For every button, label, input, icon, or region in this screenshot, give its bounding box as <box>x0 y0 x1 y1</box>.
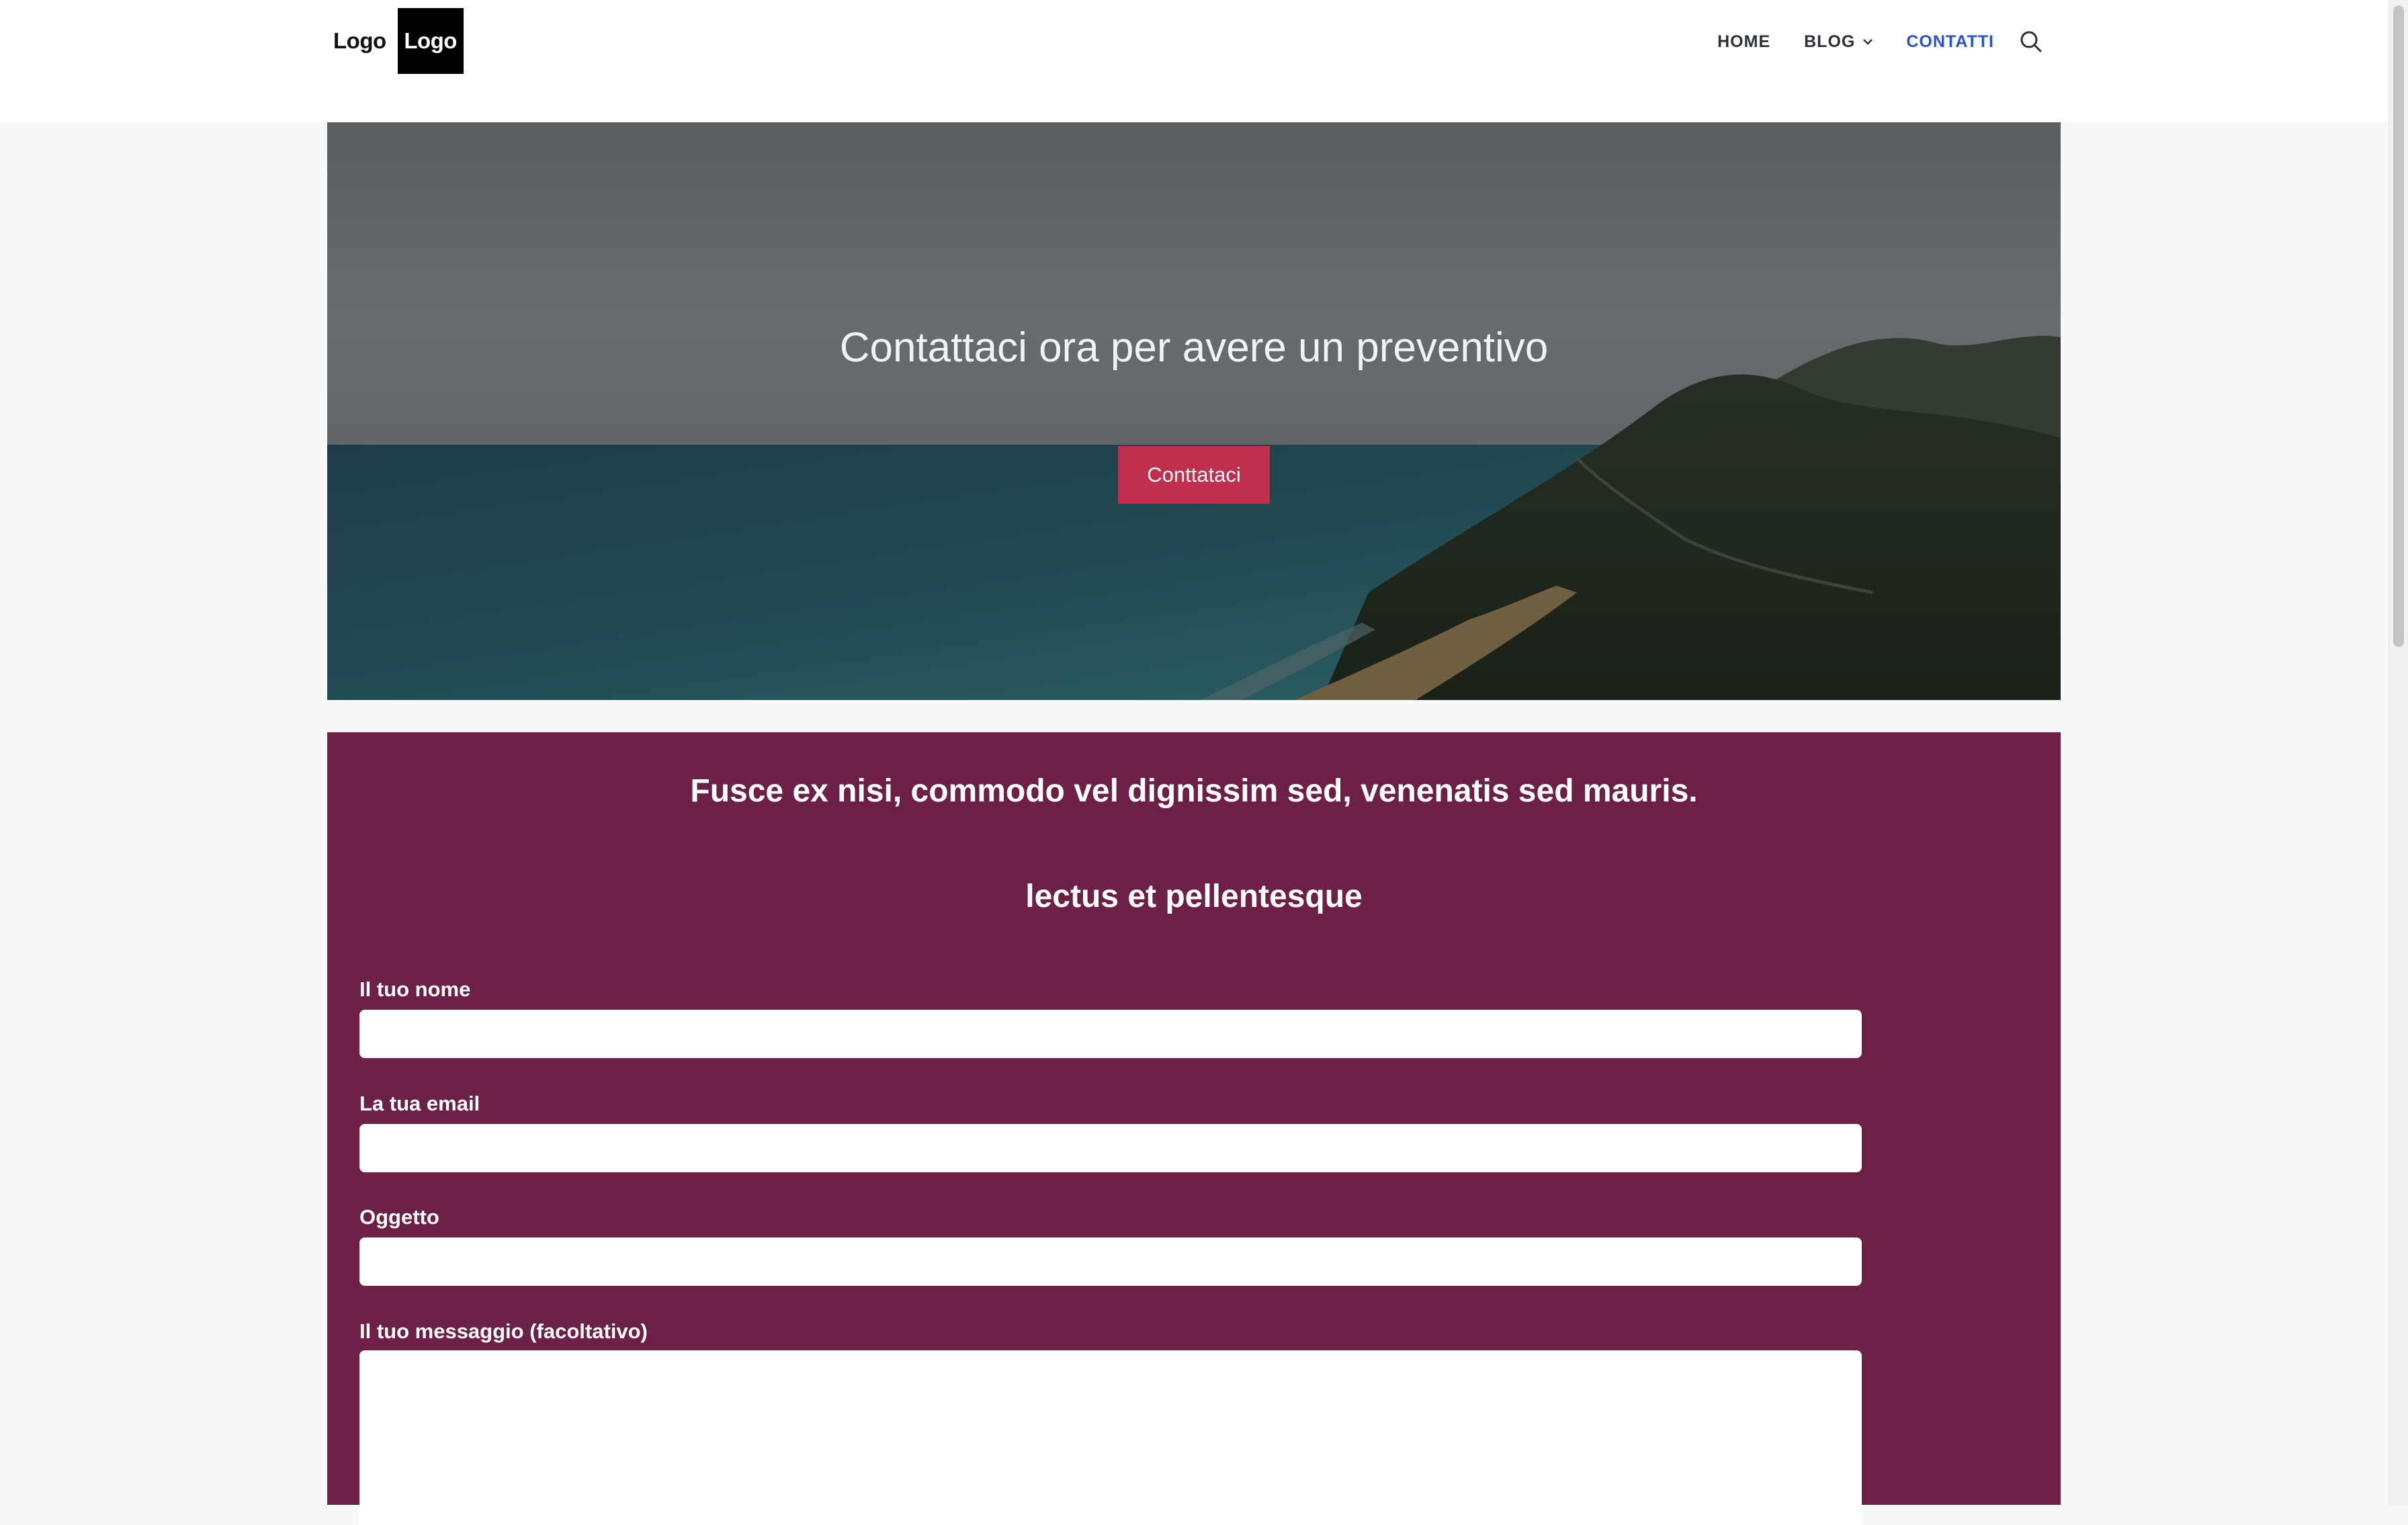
hero-banner: Contattaci ora per avere un preventivo C… <box>327 122 2061 700</box>
name-label: Il tuo nome <box>359 977 471 1001</box>
hero-title: Contattaci ora per avere un preventivo <box>839 324 1549 371</box>
email-field[interactable] <box>359 1124 1862 1172</box>
form-heading-secondary: lectus et pellentesque <box>1025 879 1363 914</box>
nav-item-home[interactable]: HOME <box>1717 32 1770 52</box>
nav-item-home-label: HOME <box>1717 32 1771 51</box>
nav-item-contatti[interactable]: CONTATTI <box>1906 32 1994 52</box>
scrollbar-thumb[interactable] <box>2393 5 2404 647</box>
message-label: Il tuo messaggio (facoltativo) <box>359 1319 648 1343</box>
nav-item-contatti-label: CONTATTI <box>1906 32 1994 51</box>
main-nav: HOME BLOG CONTATTI <box>1684 26 2042 58</box>
contact-form-section: Fusce ex nisi, commodo vel dignissim sed… <box>327 732 2061 1525</box>
site-logo[interactable]: Logo Logo <box>333 8 464 74</box>
email-label: La tua email <box>359 1092 480 1115</box>
logo-text: Logo <box>333 28 386 53</box>
logo-box: Logo <box>397 8 464 74</box>
subject-field[interactable] <box>359 1237 1862 1286</box>
subject-label: Oggetto <box>359 1205 439 1229</box>
chevron-down-icon <box>1863 38 1873 45</box>
page-scrollbar[interactable] <box>2389 0 2408 1505</box>
message-field[interactable] <box>359 1350 1862 1525</box>
search-icon[interactable] <box>2020 30 2042 53</box>
nav-item-blog-label: BLOG <box>1804 32 1856 51</box>
site-header: Logo Logo HOME BLOG CONTATTI <box>0 0 2389 122</box>
hero-background-image <box>327 122 2061 700</box>
form-heading-primary: Fusce ex nisi, commodo vel dignissim sed… <box>690 773 1698 809</box>
name-field[interactable] <box>359 1010 1862 1058</box>
contact-cta-button[interactable]: Conttataci <box>1118 446 1270 504</box>
nav-item-blog[interactable]: BLOG <box>1804 32 1873 52</box>
